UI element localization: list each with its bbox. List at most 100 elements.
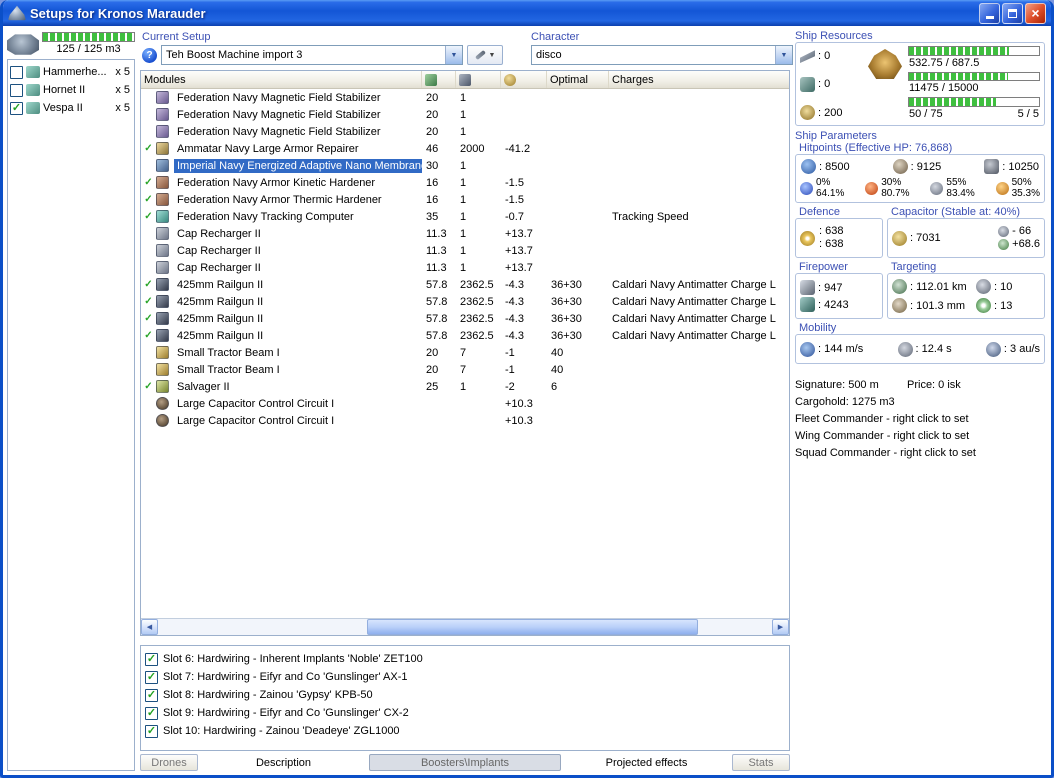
maximize-button[interactable] xyxy=(1002,3,1023,24)
launcher-hardpoints-value: : 0 xyxy=(818,78,830,90)
module-icon xyxy=(156,312,169,325)
bottom-tab[interactable]: Drones xyxy=(140,754,198,771)
setup-tools-button[interactable]: ▼ xyxy=(467,45,503,65)
module-row[interactable]: ✓ Federation Navy Magnetic Field Stabili… xyxy=(141,123,789,140)
implant-row[interactable]: ✓ Slot 6: Hardwiring - Inherent Implants… xyxy=(145,650,785,668)
module-icon xyxy=(156,210,169,223)
dps-value: : 947 xyxy=(818,282,842,294)
module-row[interactable]: ✓ Cap Recharger II 11.3 1 +13.7 xyxy=(141,259,789,276)
modules-column-header[interactable]: Modules xyxy=(141,71,422,88)
module-row[interactable]: ✓ Federation Navy Magnetic Field Stabili… xyxy=(141,89,789,106)
horizontal-scrollbar[interactable]: ◀ ▶ xyxy=(141,618,789,635)
module-row[interactable]: ✓ Large Capacitor Control Circuit I +10.… xyxy=(141,395,789,412)
scrollbar-track[interactable] xyxy=(158,619,772,635)
drone-list-item[interactable]: ✓ Vespa II x 5 xyxy=(10,99,132,117)
character-select[interactable]: disco ▼ xyxy=(531,45,793,65)
module-row[interactable]: ✓ 425mm Railgun II 57.8 2362.5 -4.3 36+3… xyxy=(141,293,789,310)
module-row[interactable]: ✓ Cap Recharger II 11.3 1 +13.7 xyxy=(141,242,789,259)
module-row[interactable]: ✓ Federation Navy Tracking Computer 35 1… xyxy=(141,208,789,225)
module-icon xyxy=(156,380,169,393)
ship-resources-box: : 0 : 0 : 200 xyxy=(795,42,1045,126)
chevron-down-icon[interactable]: ▼ xyxy=(775,46,792,64)
implant-row[interactable]: ✓ Slot 7: Hardwiring - Eifyr and Co 'Gun… xyxy=(145,668,785,686)
drone-checkbox[interactable]: ✓ xyxy=(10,102,23,115)
scrollbar-thumb[interactable] xyxy=(367,619,699,635)
module-active-check-icon: ✓ xyxy=(141,109,156,120)
implant-checkbox[interactable]: ✓ xyxy=(145,653,158,666)
module-cap-use: -2 xyxy=(501,381,547,393)
signature-value: Signature: 500 m xyxy=(795,377,907,394)
implant-row[interactable]: ✓ Slot 8: Hardwiring - Zainou 'Gypsy' KP… xyxy=(145,686,785,704)
drone-list-item[interactable]: ✓ Hammerhe... x 5 xyxy=(10,63,132,81)
powergrid-value: 11475 / 15000 xyxy=(908,82,1040,96)
powergrid-column-header[interactable] xyxy=(456,71,501,88)
implant-checkbox[interactable]: ✓ xyxy=(145,671,158,684)
module-row[interactable]: ✓ Cap Recharger II 11.3 1 +13.7 xyxy=(141,225,789,242)
scroll-right-arrow[interactable]: ▶ xyxy=(772,619,789,635)
module-name: Imperial Navy Energized Adaptive Nano Me… xyxy=(174,159,422,173)
module-row[interactable]: ✓ Ammatar Navy Large Armor Repairer 46 2… xyxy=(141,140,789,157)
module-row[interactable]: ✓ Federation Navy Armor Kinetic Hardener… xyxy=(141,174,789,191)
module-row[interactable]: ✓ Salvager II 25 1 -2 6 xyxy=(141,378,789,395)
module-row[interactable]: ✓ 425mm Railgun II 57.8 2362.5 -4.3 36+3… xyxy=(141,310,789,327)
cpu-column-header[interactable] xyxy=(422,71,456,88)
module-cpu: 20 xyxy=(422,364,456,376)
module-row[interactable]: ✓ 425mm Railgun II 57.8 2362.5 -4.3 36+3… xyxy=(141,276,789,293)
squad-commander-setting[interactable]: Squad Commander - right click to set xyxy=(795,445,1045,462)
shield-resist-value: 55% xyxy=(946,177,974,188)
fleet-commander-setting[interactable]: Fleet Commander - right click to set xyxy=(795,411,1045,428)
module-row[interactable]: ✓ Federation Navy Magnetic Field Stabili… xyxy=(141,106,789,123)
module-row[interactable]: ✓ Large Capacitor Control Circuit I +10.… xyxy=(141,412,789,429)
module-row[interactable]: ✓ Federation Navy Armor Thermic Hardener… xyxy=(141,191,789,208)
bottom-tab[interactable]: Description xyxy=(199,754,368,771)
bottom-tab[interactable]: Stats xyxy=(732,754,790,771)
drone-list-item[interactable]: ✓ Hornet II x 5 xyxy=(10,81,132,99)
minimize-button[interactable] xyxy=(979,3,1000,24)
help-icon[interactable]: ? xyxy=(142,48,157,63)
implant-row[interactable]: ✓ Slot 9: Hardwiring - Eifyr and Co 'Gun… xyxy=(145,704,785,722)
bottom-tab[interactable]: Projected effects xyxy=(562,754,731,771)
module-icon xyxy=(156,397,169,410)
implant-checkbox[interactable]: ✓ xyxy=(145,689,158,702)
bottom-tab-label: Drones xyxy=(151,757,186,769)
close-button[interactable]: × xyxy=(1025,3,1046,24)
capacitor-recharge: +68.6 xyxy=(998,238,1040,251)
wing-commander-setting[interactable]: Wing Commander - right click to set xyxy=(795,428,1045,445)
module-cap-use: -1 xyxy=(501,347,547,359)
module-cpu: 11.3 xyxy=(422,262,456,274)
module-name: Federation Navy Magnetic Field Stabilize… xyxy=(174,91,384,105)
module-powergrid: 7 xyxy=(456,347,501,359)
defence-box: : 638 : 638 xyxy=(795,218,883,258)
capacitor-amount: : 7031 xyxy=(892,231,941,246)
module-icon xyxy=(156,91,169,104)
drone-bandwidth-bar-fill xyxy=(909,98,996,106)
module-row[interactable]: ✓ Small Tractor Beam I 20 7 -1 40 xyxy=(141,344,789,361)
capacitor-column-header[interactable] xyxy=(501,71,547,88)
module-row[interactable]: ✓ Small Tractor Beam I 20 7 -1 40 xyxy=(141,361,789,378)
drone-checkbox[interactable]: ✓ xyxy=(10,66,23,79)
module-name: Small Tractor Beam I xyxy=(174,363,283,377)
module-powergrid: 2362.5 xyxy=(456,330,501,342)
module-name: Federation Navy Magnetic Field Stabilize… xyxy=(174,125,384,139)
module-row[interactable]: ✓ 425mm Railgun II 57.8 2362.5 -4.3 36+3… xyxy=(141,327,789,344)
structure-hp: : 10250 xyxy=(984,159,1039,174)
current-setup-select[interactable]: Teh Boost Machine import 3 ▼ xyxy=(161,45,463,65)
module-cpu: 20 xyxy=(422,92,456,104)
targeting-range: : 112.01 km xyxy=(892,279,976,294)
optimal-column-header[interactable]: Optimal xyxy=(547,71,609,88)
module-cap-use: -41.2 xyxy=(501,143,547,155)
implant-checkbox[interactable]: ✓ xyxy=(145,707,158,720)
implant-name: Slot 9: Hardwiring - Eifyr and Co 'Gunsl… xyxy=(163,707,409,719)
implant-row[interactable]: ✓ Slot 10: Hardwiring - Zainou 'Deadeye'… xyxy=(145,722,785,740)
module-row[interactable]: ✓ Imperial Navy Energized Adaptive Nano … xyxy=(141,157,789,174)
defence-icon xyxy=(800,231,815,246)
charges-column-header[interactable]: Charges xyxy=(609,71,789,88)
bottom-tab[interactable]: Boosters\Implants xyxy=(369,754,561,771)
module-active-check-icon: ✓ xyxy=(141,330,156,341)
scroll-left-arrow[interactable]: ◀ xyxy=(141,619,158,635)
titlebar[interactable]: Setups for Kronos Marauder × xyxy=(3,0,1051,26)
chevron-down-icon[interactable]: ▼ xyxy=(445,46,462,64)
implant-checkbox[interactable]: ✓ xyxy=(145,725,158,738)
module-cap-use: +13.7 xyxy=(501,228,547,240)
drone-checkbox[interactable]: ✓ xyxy=(10,84,23,97)
